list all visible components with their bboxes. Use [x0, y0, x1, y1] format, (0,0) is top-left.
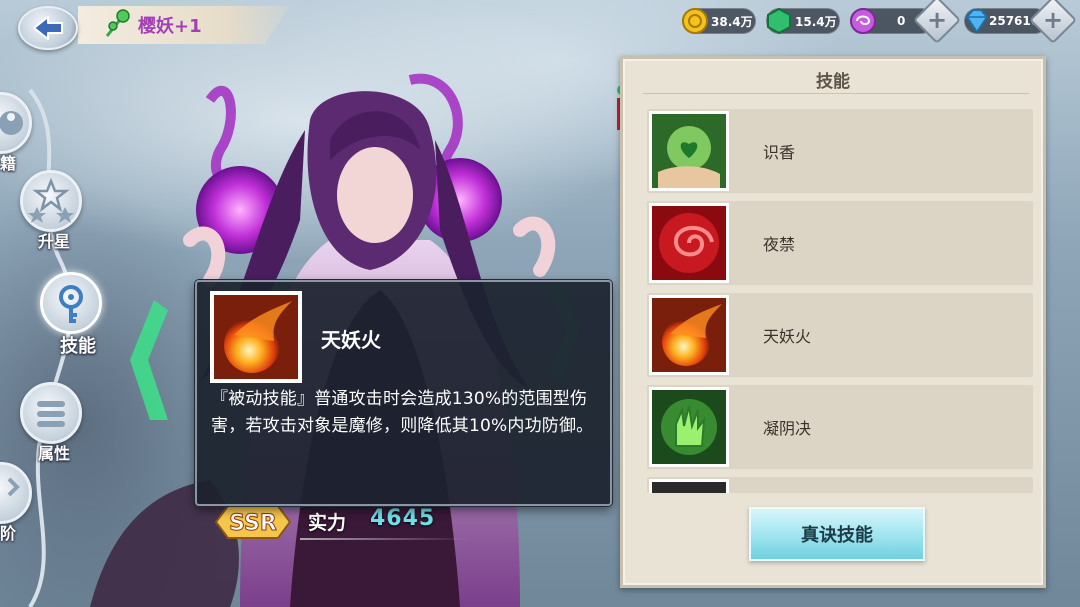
stars-icon — [28, 177, 74, 223]
list-icon — [37, 401, 65, 427]
fireball-icon — [214, 295, 298, 379]
ssr-text: SSR — [229, 511, 277, 536]
yin-yang-icon — [0, 111, 23, 135]
skills-panel: 技能 识香 夜禁 天妖火 凝阴决 真诀技能 — [620, 56, 1046, 588]
nav-label-codex: 籍 — [0, 154, 17, 173]
fireball-icon — [652, 298, 726, 372]
power-label: 实力 — [308, 512, 347, 534]
skill-name: 夜禁 — [763, 235, 796, 254]
tooltip-skill-icon — [210, 291, 302, 383]
ssr-rarity-badge: SSR — [214, 505, 292, 539]
skill-row[interactable]: 识香 — [647, 109, 1033, 193]
nav-circle — [0, 92, 32, 154]
nav-circle — [40, 272, 102, 334]
nav-label-skills: 技能 — [60, 336, 96, 357]
diamond-icon — [965, 9, 989, 34]
rank-icon — [7, 477, 20, 497]
jade-gem-icon — [767, 7, 791, 35]
skill-name: 天妖火 — [763, 327, 812, 346]
jade-counter: 15.4万 — [766, 7, 840, 35]
panel-title: 技能 — [816, 72, 850, 92]
tooltip-skill-name: 天妖火 — [321, 328, 381, 352]
plus-icon: + — [926, 6, 948, 34]
power-underline — [300, 538, 470, 540]
red-vortex-icon — [652, 206, 726, 280]
partial-skill-icon — [652, 482, 726, 493]
heart-orb-icon — [652, 114, 726, 188]
leaf-icon — [105, 9, 130, 37]
skill-row[interactable]: 天妖火 — [647, 293, 1033, 377]
nav-item-skills[interactable]: 技能 — [40, 272, 110, 357]
nav-circle — [20, 170, 82, 232]
gear-key-icon — [59, 285, 83, 323]
nav-circle — [20, 382, 82, 444]
power-value: 4645 — [370, 506, 436, 531]
skill-thumb — [649, 111, 729, 191]
nav-circle — [0, 462, 32, 524]
nav-item-attributes[interactable]: 属性 — [20, 382, 90, 463]
skill-row[interactable]: 夜禁 — [647, 201, 1033, 285]
plus-icon: + — [1042, 6, 1064, 34]
nav-label-rank: 阶 — [0, 524, 17, 543]
tooltip-skill-description: 『被动技能』普通攻击时会造成130%的范围型伤害，若攻击对象是魔修，则降低其10… — [211, 389, 594, 436]
skill-thumb — [649, 203, 729, 283]
skill-row[interactable]: 凝阴决 — [647, 385, 1033, 469]
panel-divider — [643, 93, 1029, 94]
skill-tooltip: 天妖火 『被动技能』普通攻击时会造成130%的范围型伤害，若攻击对象是魔修，则降… — [195, 280, 612, 506]
hero-title: 樱妖+1 — [138, 16, 202, 37]
skill-thumb — [649, 479, 729, 493]
skill-name: 识香 — [763, 143, 796, 162]
gold-value: 38.4万 — [711, 14, 753, 29]
nav-item-star-up[interactable]: 升星 — [20, 170, 90, 251]
ultimate-skill-button[interactable]: 真诀技能 — [749, 507, 925, 561]
spirit-swirl-icon — [850, 8, 876, 34]
spirit-value: 0 — [897, 14, 906, 28]
skill-list[interactable]: 识香 夜禁 天妖火 凝阴决 — [647, 109, 1033, 493]
jade-value: 15.4万 — [795, 14, 837, 29]
skill-row-partial[interactable] — [647, 477, 1033, 493]
back-arrow-icon — [33, 16, 63, 40]
skill-name: 凝阴决 — [763, 419, 812, 438]
skill-thumb — [649, 387, 729, 467]
skill-thumb — [649, 295, 729, 375]
gold-counter: 38.4万 — [682, 8, 756, 34]
green-claw-icon — [652, 390, 726, 464]
back-button[interactable] — [18, 6, 78, 50]
gold-coin-icon — [682, 8, 708, 34]
nav-label-star-up: 升星 — [38, 232, 71, 251]
nav-label-attributes: 属性 — [38, 444, 71, 463]
ultimate-skill-label: 真诀技能 — [801, 525, 873, 546]
